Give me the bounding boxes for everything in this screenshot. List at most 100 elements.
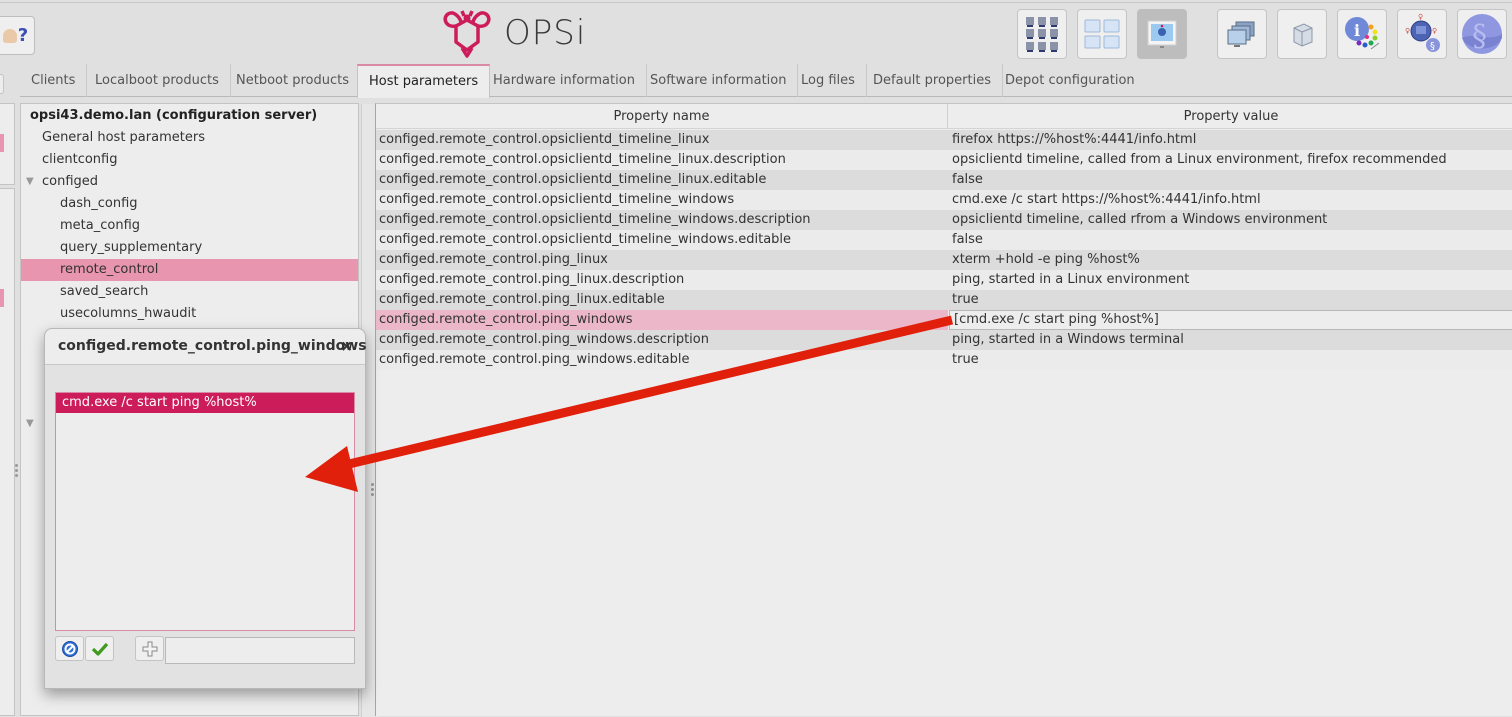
cell-property-value[interactable]: true xyxy=(949,350,1512,370)
cancel-button[interactable] xyxy=(55,636,84,661)
tree-item-general-host-parameters[interactable]: General host parameters xyxy=(21,127,358,149)
tree-root-server[interactable]: opsi43.demo.lan (configuration server) xyxy=(21,105,358,127)
monitors-stack-icon xyxy=(1227,21,1255,47)
table-row[interactable]: configed.remote_control.opsiclientd_time… xyxy=(376,210,1512,230)
cell-property-name[interactable]: configed.remote_control.ping_windows.des… xyxy=(376,330,948,350)
depots-view-button[interactable] xyxy=(1077,9,1127,59)
clients-grid-icon xyxy=(1026,17,1058,52)
svg-text:§: § xyxy=(1430,41,1435,52)
collapsed-client-list[interactable] xyxy=(0,188,15,716)
cell-property-value[interactable]: true xyxy=(949,290,1512,310)
property-table: Property name Property value configed.re… xyxy=(375,103,1512,716)
tree-item-query-supplementary[interactable]: query_supplementary xyxy=(21,237,358,259)
tab-clients[interactable]: Clients xyxy=(20,64,88,97)
cell-property-value[interactable]: ping, started in a Linux environment xyxy=(949,270,1512,290)
cell-property-value[interactable]: opsiclientd timeline, called rfrom a Win… xyxy=(949,210,1512,230)
table-row[interactable]: configed.remote_control.opsiclientd_time… xyxy=(376,190,1512,210)
cell-property-value[interactable]: cmd.exe /c start https://%host%:4441/inf… xyxy=(949,190,1512,210)
table-row[interactable]: configed.remote_control.ping_windows.des… xyxy=(376,330,1512,350)
info-colors-button[interactable]: i xyxy=(1337,9,1387,59)
table-row[interactable]: configed.remote_control.ping_linux.edita… xyxy=(376,290,1512,310)
cell-property-value[interactable]: false xyxy=(949,230,1512,250)
expand-arrow-icon[interactable]: ▼ xyxy=(26,171,34,193)
cell-property-name[interactable]: configed.remote_control.opsiclientd_time… xyxy=(376,170,948,190)
tab-log-files[interactable]: Log files xyxy=(790,64,867,97)
depot-folders-icon xyxy=(1084,19,1120,49)
value-list[interactable]: cmd.exe /c start ping %host% xyxy=(55,392,355,631)
tab-localboot-products[interactable]: Localboot products xyxy=(84,64,231,97)
tree-item-meta-config[interactable]: meta_config xyxy=(21,215,358,237)
tab-default-properties[interactable]: Default properties xyxy=(862,64,1003,97)
expand-arrow-icon[interactable]: ▼ xyxy=(26,413,34,435)
cell-property-name[interactable]: configed.remote_control.opsiclientd_time… xyxy=(376,230,948,250)
tree-item-saved-search[interactable]: saved_search xyxy=(21,281,358,303)
table-row[interactable]: configed.remote_control.opsiclientd_time… xyxy=(376,230,1512,250)
tab-hardware-information[interactable]: Hardware information xyxy=(482,64,647,97)
cell-property-value[interactable]: firefox https://%host%:4441/info.html xyxy=(949,130,1512,150)
cell-property-name[interactable]: configed.remote_control.ping_linux.descr… xyxy=(376,270,948,290)
paragraph-license-icon: § xyxy=(1462,14,1502,54)
splitter-handle-left[interactable] xyxy=(15,464,18,479)
cell-property-name[interactable]: configed.remote_control.ping_linux xyxy=(376,250,948,270)
tab-host-parameters[interactable]: Host parameters xyxy=(357,64,491,98)
license-network-button[interactable]: § ♀ ♀ ♀ xyxy=(1397,9,1447,59)
column-header-property-name[interactable]: Property name xyxy=(376,104,948,129)
licenses-button[interactable]: § xyxy=(1457,9,1507,59)
cell-property-value[interactable]: ping, started in a Windows terminal xyxy=(949,330,1512,350)
add-button[interactable] xyxy=(135,636,164,661)
tree-item-configed[interactable]: ▼ configed xyxy=(21,171,358,193)
tab-depot-configuration[interactable]: Depot configuration xyxy=(994,64,1146,97)
table-row[interactable]: configed.remote_control.ping_windows [cmd… xyxy=(376,310,1512,330)
tree-item-usecolumns-hwaudit[interactable]: usecolumns_hwaudit xyxy=(21,303,358,325)
cell-property-value[interactable]: [cmd.exe /c start ping %host%] xyxy=(949,310,1512,330)
cell-property-name[interactable]: configed.remote_control.ping_windows.edi… xyxy=(376,350,948,370)
tab-software-information[interactable]: Software information xyxy=(639,64,799,97)
question-mark-icon: ? xyxy=(17,25,29,46)
network-license-icon: § ♀ ♀ ♀ xyxy=(1405,13,1440,52)
cell-property-name[interactable]: configed.remote_control.ping_windows xyxy=(376,310,948,330)
cell-property-name[interactable]: configed.remote_control.opsiclientd_time… xyxy=(376,130,948,150)
list-item[interactable]: cmd.exe /c start ping %host% xyxy=(56,393,354,413)
tree-item-label: configed xyxy=(42,174,99,189)
help-people-icon xyxy=(2,28,17,43)
svg-text:♀: ♀ xyxy=(1405,27,1410,35)
collapsed-client-panel[interactable] xyxy=(0,103,15,185)
cell-property-name[interactable]: configed.remote_control.opsiclientd_time… xyxy=(376,210,948,230)
table-row[interactable]: configed.remote_control.ping_linux xterm … xyxy=(376,250,1512,270)
cell-property-name[interactable]: configed.remote_control.opsiclientd_time… xyxy=(376,150,948,170)
selection-marker xyxy=(0,289,4,307)
cell-property-name[interactable]: configed.remote_control.ping_linux.edita… xyxy=(376,290,948,310)
selection-marker xyxy=(0,134,4,152)
server-config-button[interactable] xyxy=(1137,9,1187,59)
table-row[interactable]: configed.remote_control.opsiclientd_time… xyxy=(376,150,1512,170)
cell-property-value[interactable]: opsiclientd timeline, called from a Linu… xyxy=(949,150,1512,170)
clients-view-button[interactable] xyxy=(1017,9,1067,59)
splitter-handle-middle[interactable] xyxy=(371,483,374,498)
client-selection-button[interactable] xyxy=(1217,9,1267,59)
table-row[interactable]: configed.remote_control.ping_linux.descr… xyxy=(376,270,1512,290)
tab-netboot-products[interactable]: Netboot products xyxy=(225,64,361,97)
table-header: Property name Property value xyxy=(376,104,1512,129)
cell-property-name[interactable]: configed.remote_control.opsiclientd_time… xyxy=(376,190,948,210)
client-filter-field[interactable] xyxy=(0,74,4,94)
product-packages-button[interactable] xyxy=(1277,9,1327,59)
tree-item-dash-config[interactable]: dash_config xyxy=(21,193,358,215)
help-button[interactable]: ? xyxy=(0,16,35,55)
svg-text:i: i xyxy=(1354,21,1360,40)
tree-item-remote-control[interactable]: remote_control xyxy=(21,259,358,281)
close-icon[interactable]: × xyxy=(340,337,353,355)
cell-property-value[interactable]: false xyxy=(949,170,1512,190)
edit-value-dialog: configed.remote_control.ping_windows × c… xyxy=(44,328,367,689)
svg-text:§: § xyxy=(1472,19,1487,54)
table-row[interactable]: configed.remote_control.opsiclientd_time… xyxy=(376,130,1512,150)
tree-item-clientconfig[interactable]: clientconfig xyxy=(21,149,358,171)
cell-property-value[interactable]: xterm +hold -e ping %host% xyxy=(949,250,1512,270)
info-color-wheel-icon: i xyxy=(1345,17,1380,50)
dialog-title-bar[interactable]: configed.remote_control.ping_windows × xyxy=(45,329,367,365)
table-row[interactable]: configed.remote_control.ping_windows.edi… xyxy=(376,350,1512,370)
ok-button[interactable] xyxy=(85,636,114,661)
cancel-icon xyxy=(61,640,78,657)
new-value-input[interactable] xyxy=(165,637,355,664)
table-row[interactable]: configed.remote_control.opsiclientd_time… xyxy=(376,170,1512,190)
column-header-property-value[interactable]: Property value xyxy=(949,104,1512,129)
